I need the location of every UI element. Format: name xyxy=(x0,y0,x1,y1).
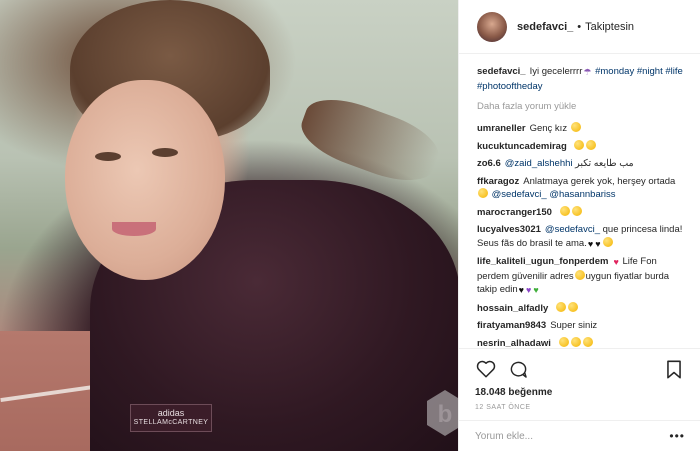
photo-face xyxy=(65,80,225,280)
comment-username[interactable]: lucyalves3021 xyxy=(477,224,541,235)
like-button[interactable] xyxy=(475,358,497,380)
comment-username[interactable]: ffkaragoz xyxy=(477,176,519,187)
heart-eyes-emoji-icon xyxy=(582,336,593,347)
comment-icon xyxy=(510,361,527,378)
avatar[interactable] xyxy=(477,11,507,42)
comment: zo6.6 @zaid_alshehhi مب طايعه تكبر xyxy=(477,157,687,171)
comment-text: مب طايعه تكبر xyxy=(575,158,634,169)
comment: umraneller Genç kız xyxy=(477,122,687,136)
brand-label: adidas STELLAMcCARTNEY xyxy=(130,404,212,432)
black-heart-emoji-icon: ♥ xyxy=(595,238,601,249)
comment-box: ••• xyxy=(459,420,700,451)
comment-text: Anlatmaya gerek yok, herşey ortada xyxy=(523,175,676,187)
more-options-icon[interactable]: ••• xyxy=(669,429,685,443)
comment-username[interactable]: kucuktuncademirag xyxy=(477,141,567,152)
hashtag-photooftheday[interactable]: #photooftheday xyxy=(477,81,543,92)
umbrella-emoji-icon: ☂ xyxy=(583,67,592,77)
header-username[interactable]: sedefavci_ xyxy=(517,21,573,33)
point-emoji-icon xyxy=(574,269,585,280)
heart-eyes-emoji-icon xyxy=(567,301,578,312)
comment-username[interactable]: zo6.6 xyxy=(477,158,501,169)
watermark-logo-icon: b xyxy=(427,390,458,436)
photo-left-eye xyxy=(95,152,121,161)
comment: nesrin_alhadawi xyxy=(477,336,687,348)
heart-eyes-emoji-icon xyxy=(602,236,613,247)
comment-mention[interactable]: @hasannbariss xyxy=(549,189,615,200)
comment: kucuktuncademirag xyxy=(477,139,687,154)
photo-lips xyxy=(112,222,156,236)
comment: hossain_alfadly xyxy=(477,301,687,316)
bookmark-icon xyxy=(667,360,681,378)
comment: marocтanger150 xyxy=(477,205,687,220)
smile-emoji-icon xyxy=(586,139,597,150)
black-heart-emoji-icon: ♥ xyxy=(518,285,525,295)
comment-username[interactable]: marocтanger150 xyxy=(477,207,552,218)
hashtag-life[interactable]: #life xyxy=(665,66,682,77)
red-heart-emoji-icon: ♥ xyxy=(613,257,619,267)
heart-eyes-emoji-icon xyxy=(570,336,581,347)
instagram-post: adidas STELLAMcCARTNEY b sedefavci_ • Ta… xyxy=(0,0,700,451)
comment-mention[interactable]: @sedefavci_ xyxy=(545,224,600,235)
caption-text: Iyi gecelerrrr xyxy=(529,66,583,77)
comment: firatyaman9843 Super siniz xyxy=(477,319,687,333)
comment-username[interactable]: hossain_alfadly xyxy=(477,303,548,314)
load-more-comments[interactable]: Daha fazla yorum yükle xyxy=(477,101,687,112)
svg-text:b: b xyxy=(438,401,453,428)
comment-text: Genç kız xyxy=(529,123,568,134)
comment-button[interactable] xyxy=(507,358,529,380)
comment-text-3: takip edin xyxy=(477,284,518,295)
comment-mention[interactable]: @zaid_alshehhi xyxy=(505,158,573,169)
comment: ffkaragoz Anlatmaya gerek yok, herşey ort… xyxy=(477,175,687,202)
heart-eyes-emoji-icon xyxy=(555,301,566,312)
hashtag-night[interactable]: #night xyxy=(637,66,663,77)
comment: lucyalves3021 @sedefavci_ que princesa li… xyxy=(477,223,687,251)
smile-emoji-icon xyxy=(571,205,582,216)
brand-logo: adidas xyxy=(157,408,185,418)
thumbs-up-emoji-icon xyxy=(478,188,488,198)
comment-username[interactable]: firatyaman9843 xyxy=(477,320,546,331)
comment-username[interactable]: nesrin_alhadawi xyxy=(477,338,551,348)
comment-text: Super siniz xyxy=(550,320,598,331)
action-row xyxy=(475,357,685,381)
comment-username[interactable]: life_kaliteli_ugun_fonperdem xyxy=(477,256,608,267)
comment-mention[interactable]: @sedefavci_ xyxy=(492,189,547,200)
comment-username[interactable]: umraneller xyxy=(477,123,526,134)
comment-text-2: uygun fiyatlar burda xyxy=(585,270,670,282)
wink-emoji-icon xyxy=(570,122,581,132)
photo-right-eye xyxy=(152,148,178,157)
post-header: sedefavci_ • Takiptesin xyxy=(459,0,700,54)
comment: life_kaliteli_ugun_fonperdem ♥ Life Fon p… xyxy=(477,255,687,298)
hashtag-monday[interactable]: #monday xyxy=(595,66,634,77)
heart-icon xyxy=(476,360,496,378)
black-heart-emoji-icon: ♥ xyxy=(587,238,594,249)
post-timestamp: 12 SAAT ÖNCE xyxy=(475,404,531,411)
green-heart-emoji-icon: ♥ xyxy=(533,285,539,295)
caption: sedefavci_ Iyi gecelerrrr☂ #monday #night… xyxy=(477,65,687,93)
smile-emoji-icon xyxy=(559,205,570,216)
heart-eyes-emoji-icon xyxy=(558,336,569,347)
photo-ponytail xyxy=(293,87,447,193)
like-count[interactable]: 18.048 beğenme xyxy=(475,387,685,398)
post-photo[interactable]: adidas STELLAMcCARTNEY b xyxy=(0,0,458,451)
brand-name: STELLAMcCARTNEY xyxy=(133,419,209,426)
purple-heart-emoji-icon: ♥ xyxy=(526,285,532,295)
sunglasses-emoji-icon xyxy=(574,139,585,150)
bookmark-button[interactable] xyxy=(663,358,685,380)
caption-username[interactable]: sedefavci_ xyxy=(477,66,526,77)
header-separator: • xyxy=(577,20,582,33)
comment-input[interactable] xyxy=(475,430,665,442)
comments-list[interactable]: sedefavci_ Iyi gecelerrrr☂ #monday #night… xyxy=(459,55,700,347)
side-panel: sedefavci_ • Takiptesin sedefavci_ Iyi ge… xyxy=(458,0,700,451)
follow-status[interactable]: Takiptesin xyxy=(585,21,634,33)
post-actions: 18.048 beğenme 12 SAAT ÖNCE xyxy=(459,348,700,411)
